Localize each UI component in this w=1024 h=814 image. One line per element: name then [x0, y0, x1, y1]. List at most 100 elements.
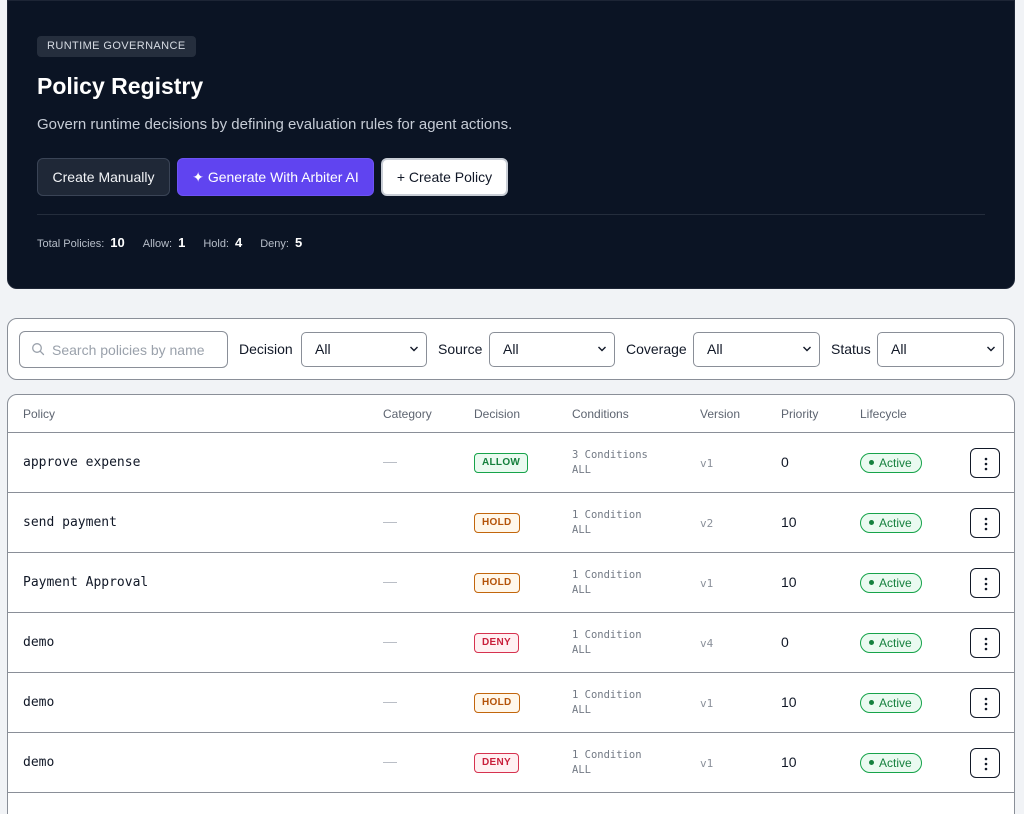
search-icon	[32, 343, 45, 356]
source-select[interactable]: All	[489, 332, 615, 367]
row-actions-button[interactable]	[970, 628, 1000, 658]
stat-value: 5	[294, 235, 303, 250]
column-header-category: Category	[383, 407, 432, 421]
chevron-down-icon	[987, 346, 995, 352]
column-header-lifecycle: Lifecycle	[860, 407, 907, 421]
stat-label: Hold:	[203, 238, 229, 250]
table-row[interactable]: demo — DENY 1 Condition ALL v4 0 Active	[8, 613, 1014, 673]
table-header: Policy Category Decision Conditions Vers…	[8, 395, 1014, 433]
page-title: Policy Registry	[37, 73, 204, 99]
conditions-count: 1 Condition	[572, 569, 642, 581]
policy-name[interactable]: demo	[23, 755, 54, 770]
coverage-filter-label: Coverage	[626, 341, 687, 357]
status-dot-icon	[869, 580, 874, 586]
policy-version: v2	[700, 517, 714, 530]
conditions-count: 1 Condition	[572, 749, 642, 761]
column-header-version: Version	[700, 407, 741, 421]
page-subtitle: Govern runtime decisions by defining eva…	[37, 116, 513, 133]
policy-table: Policy Category Decision Conditions Vers…	[7, 394, 1015, 814]
stat-label: Allow:	[142, 238, 173, 250]
row-actions-button[interactable]	[970, 508, 1000, 538]
lifecycle-badge: Active	[860, 633, 922, 653]
conditions-summary: 3 Conditions ALL	[572, 448, 648, 478]
policy-name[interactable]: demo	[23, 695, 54, 710]
stat-value: 10	[110, 235, 125, 250]
policy-name[interactable]: approve expense	[23, 455, 140, 470]
lifecycle-badge: Active	[860, 453, 922, 473]
policy-stats: Total Policies: 10 Allow: 1 Hold: 4 Deny…	[37, 235, 320, 250]
conditions-count: 1 Condition	[572, 629, 642, 641]
table-row[interactable]: approve expense — ALLOW 3 Conditions ALL v1 0 A…	[8, 433, 1014, 493]
table-row[interactable]: send payment — HOLD 1 Condition ALL v2 10 Activ…	[8, 493, 1014, 553]
decision-badge: ALLOW	[474, 453, 529, 473]
policy-category: —	[383, 453, 397, 469]
status-dot-icon	[869, 520, 874, 526]
conditions-match: ALL	[572, 524, 591, 536]
status-dot-icon	[869, 460, 874, 466]
column-header-conditions: Conditions	[572, 407, 629, 421]
lifecycle-label: Active	[879, 636, 912, 650]
stat-deny: Deny: 5	[260, 235, 302, 250]
decision-badge: DENY	[474, 753, 519, 773]
conditions-summary: 1 Condition ALL	[572, 748, 642, 778]
policy-name[interactable]: Payment Approval	[23, 575, 148, 590]
create-manually-button[interactable]: Create Manually	[37, 158, 170, 196]
conditions-match: ALL	[572, 704, 591, 716]
lifecycle-label: Active	[879, 756, 912, 770]
lifecycle-label: Active	[879, 516, 912, 530]
decision-badge: HOLD	[474, 513, 520, 533]
more-vertical-icon	[984, 577, 988, 591]
stat-value: 4	[235, 235, 243, 250]
chevron-down-icon	[598, 346, 606, 352]
lifecycle-badge: Active	[860, 513, 922, 533]
row-actions-button[interactable]	[970, 448, 1000, 478]
search-input[interactable]	[52, 338, 222, 362]
search-box[interactable]	[19, 331, 228, 368]
policy-version: v1	[700, 697, 714, 710]
policy-name[interactable]: send payment	[23, 515, 117, 530]
chevron-down-icon	[803, 346, 811, 352]
policy-category: —	[383, 693, 397, 709]
policy-priority: 10	[781, 574, 797, 590]
policy-priority: 10	[781, 694, 797, 710]
row-actions-button[interactable]	[970, 748, 1000, 778]
create-policy-button[interactable]: + Create Policy	[381, 158, 508, 196]
policy-category: —	[383, 513, 397, 529]
status-select[interactable]: All	[877, 332, 1004, 367]
coverage-select[interactable]: All	[693, 332, 820, 367]
policy-name[interactable]: demo	[23, 635, 54, 650]
lifecycle-badge: Active	[860, 573, 922, 593]
row-actions-button[interactable]	[970, 688, 1000, 718]
table-row[interactable]: Payment Approval — HOLD 1 Condition ALL v1 10 A…	[8, 553, 1014, 613]
source-filter-label: Source	[438, 341, 483, 357]
more-vertical-icon	[984, 697, 988, 711]
policy-version: v1	[700, 757, 714, 770]
conditions-match: ALL	[572, 584, 591, 596]
decision-select[interactable]: All	[301, 332, 427, 367]
lifecycle-label: Active	[879, 576, 912, 590]
row-actions-button[interactable]	[970, 568, 1000, 598]
stat-hold: Hold: 4	[203, 235, 242, 250]
generate-with-ai-button[interactable]: ✦ Generate With Arbiter AI	[177, 158, 374, 196]
decision-badge: DENY	[474, 633, 519, 653]
column-header-policy: Policy	[23, 407, 56, 421]
more-vertical-icon	[984, 757, 988, 771]
more-vertical-icon	[984, 637, 988, 651]
more-vertical-icon	[984, 517, 988, 531]
policy-priority: 10	[781, 514, 797, 530]
status-dot-icon	[869, 640, 874, 646]
conditions-summary: 1 Condition ALL	[572, 688, 642, 718]
table-row[interactable]: demo — HOLD 1 Condition ALL v1 10 Active	[8, 673, 1014, 733]
chevron-down-icon	[410, 346, 418, 352]
policy-priority: 0	[781, 634, 789, 650]
table-row[interactable]: demo — DENY 1 Condition ALL v1 10 Active	[8, 733, 1014, 793]
stat-label: Total Policies:	[37, 238, 105, 250]
conditions-summary: 1 Condition ALL	[572, 568, 642, 598]
decision-filter-label: Decision	[239, 341, 293, 357]
policy-category: —	[383, 753, 397, 769]
conditions-count: 1 Condition	[572, 689, 642, 701]
decision-select-value: All	[315, 341, 331, 357]
status-filter-label: Status	[831, 341, 871, 357]
stat-label: Deny:	[260, 238, 289, 250]
status-dot-icon	[869, 760, 874, 766]
